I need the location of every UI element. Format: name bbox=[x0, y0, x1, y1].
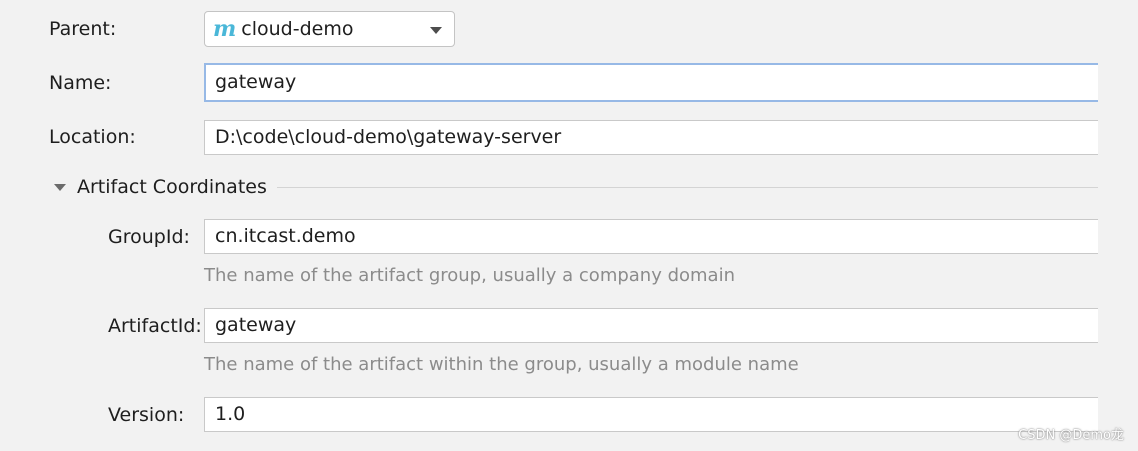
parent-dropdown-value: cloud-demo bbox=[241, 18, 354, 40]
location-input[interactable]: D:\code\cloud-demo\gateway-server bbox=[204, 120, 1098, 155]
section-divider bbox=[276, 186, 1098, 188]
collapse-triangle-icon[interactable] bbox=[54, 183, 66, 191]
groupid-label: GroupId: bbox=[108, 226, 190, 248]
location-label: Location: bbox=[49, 126, 136, 148]
artifactid-hint: The name of the artifact within the grou… bbox=[204, 354, 799, 375]
artifact-coordinates-title[interactable]: Artifact Coordinates bbox=[77, 175, 267, 199]
artifactid-input[interactable]: gateway bbox=[204, 308, 1098, 343]
version-label: Version: bbox=[108, 404, 185, 426]
maven-m-icon: m bbox=[213, 16, 237, 42]
groupid-hint: The name of the artifact group, usually … bbox=[204, 265, 735, 286]
artifactid-label: ArtifactId: bbox=[108, 315, 202, 337]
name-label: Name: bbox=[49, 72, 112, 94]
version-input[interactable]: 1.0 bbox=[204, 397, 1098, 432]
chevron-down-icon[interactable] bbox=[430, 27, 442, 34]
csdn-watermark: CSDN @Demo龙 bbox=[1018, 428, 1124, 443]
parent-dropdown[interactable]: m cloud-demo bbox=[204, 11, 455, 47]
groupid-input[interactable]: cn.itcast.demo bbox=[204, 219, 1098, 254]
artifact-coordinates-section[interactable]: Artifact Coordinates bbox=[54, 175, 1098, 199]
parent-label: Parent: bbox=[49, 18, 117, 40]
name-input[interactable]: gateway bbox=[204, 63, 1098, 102]
